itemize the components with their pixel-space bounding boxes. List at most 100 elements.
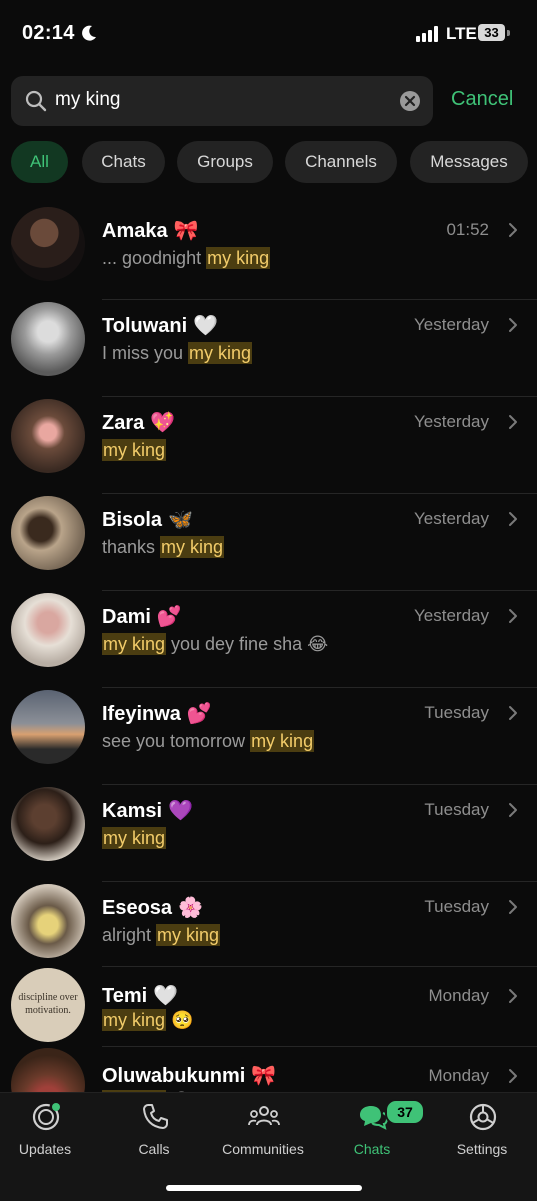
tab-updates[interactable]: Updates bbox=[0, 1093, 95, 1173]
name-emoji: 💜 bbox=[168, 800, 193, 822]
search-match-highlight: my king bbox=[250, 730, 315, 752]
search-match-highlight: my king bbox=[102, 827, 167, 849]
chat-row[interactable]: Toluwani 🤍 Yesterday I miss you my king bbox=[0, 300, 537, 397]
chat-name: Zara 💖 bbox=[102, 410, 175, 435]
chevron-right-icon bbox=[509, 900, 517, 914]
chat-name-text: Bisola bbox=[102, 509, 163, 531]
avatar bbox=[11, 593, 85, 667]
chat-name: Temi 🤍 bbox=[102, 983, 178, 1008]
tab-label: Calls bbox=[138, 1141, 170, 1157]
updates-icon bbox=[32, 1103, 60, 1131]
name-emoji: 💕 bbox=[156, 606, 182, 628]
avatar bbox=[11, 690, 85, 764]
filter-all[interactable]: All bbox=[11, 141, 68, 183]
chat-name-text: Dami bbox=[102, 606, 151, 628]
preview-text: alright bbox=[102, 925, 157, 945]
chat-name: Bisola 🦋 bbox=[102, 507, 193, 532]
tab-label: Updates bbox=[18, 1141, 72, 1157]
avatar bbox=[11, 496, 85, 570]
clear-icon[interactable] bbox=[399, 90, 421, 112]
name-emoji: 🎀 bbox=[173, 220, 199, 242]
chat-row[interactable]: Ifeyinwa 💕 Tuesday see you tomorrow my king bbox=[0, 688, 537, 785]
chats-icon bbox=[360, 1106, 389, 1130]
tab-settings[interactable]: Settings bbox=[432, 1093, 532, 1173]
chevron-right-icon bbox=[509, 512, 517, 526]
avatar bbox=[11, 884, 85, 958]
chat-time: Yesterday bbox=[414, 606, 489, 625]
chat-time: 01:52 bbox=[446, 220, 489, 239]
preview-text: ... goodnight bbox=[102, 248, 207, 268]
chat-name-text: Kamsi bbox=[102, 800, 163, 822]
message-preview: see you tomorrow my king bbox=[102, 730, 315, 752]
chat-time: Monday bbox=[428, 1066, 489, 1085]
avatar: discipline over motivation. bbox=[11, 968, 85, 1042]
tab-calls[interactable]: Calls bbox=[104, 1093, 204, 1173]
chat-row[interactable]: Zara 💖 Yesterday my king bbox=[0, 397, 537, 494]
chat-row[interactable]: Eseosa 🌸 Tuesday alright my king bbox=[0, 882, 537, 978]
search-match-highlight: my king bbox=[206, 247, 271, 269]
tab-label: Settings bbox=[456, 1141, 508, 1157]
communities-icon bbox=[248, 1106, 280, 1126]
chevron-right-icon bbox=[509, 609, 517, 623]
search-match-highlight: my king bbox=[156, 924, 221, 946]
network-label: LTE bbox=[446, 24, 477, 43]
chat-time: Yesterday bbox=[414, 412, 489, 431]
search-match-highlight: my king bbox=[188, 342, 253, 364]
chevron-right-icon bbox=[509, 803, 517, 817]
chat-row[interactable]: Amaka 🎀 01:52 ... goodnight my king bbox=[0, 205, 537, 301]
chat-time: Yesterday bbox=[414, 315, 489, 334]
search-match-highlight: my king bbox=[160, 536, 225, 558]
chat-name-text: Oluwabukunmi bbox=[102, 1065, 246, 1087]
chat-name: Kamsi 💜 bbox=[102, 798, 193, 823]
preview-text: 🥺 bbox=[166, 1010, 194, 1030]
phone-icon bbox=[143, 1104, 168, 1129]
search-match-highlight: my king bbox=[102, 633, 167, 655]
filter-chats[interactable]: Chats bbox=[82, 141, 165, 183]
search-field[interactable]: my king bbox=[11, 76, 433, 126]
chat-name-text: Temi bbox=[102, 985, 148, 1007]
chat-time: Tuesday bbox=[424, 897, 489, 916]
avatar bbox=[11, 207, 85, 281]
tab-label: Chats bbox=[353, 1141, 391, 1157]
name-emoji: 🤍 bbox=[193, 315, 219, 337]
chevron-right-icon bbox=[509, 706, 517, 720]
filter-messages[interactable]: Messages bbox=[410, 141, 528, 183]
chat-name-text: Amaka bbox=[102, 220, 168, 242]
name-emoji: 🤍 bbox=[153, 985, 179, 1007]
chat-name: Amaka 🎀 bbox=[102, 218, 199, 243]
search-input[interactable]: my king bbox=[55, 89, 120, 111]
avatar-text: discipline over motivation. bbox=[18, 992, 78, 1016]
name-emoji: 🌸 bbox=[178, 897, 203, 919]
chat-name: Ifeyinwa 💕 bbox=[102, 701, 212, 726]
moon-icon bbox=[82, 25, 96, 41]
chat-name-text: Toluwani bbox=[102, 315, 188, 337]
cancel-button[interactable]: Cancel bbox=[451, 88, 513, 111]
filter-groups[interactable]: Groups bbox=[177, 141, 273, 183]
name-emoji: 💕 bbox=[186, 703, 212, 725]
signal-icon bbox=[416, 26, 438, 42]
unread-badge: 37 bbox=[385, 1099, 425, 1125]
filter-channels[interactable]: Channels bbox=[285, 141, 397, 183]
name-emoji: 🦋 bbox=[168, 509, 193, 531]
message-preview: my king bbox=[102, 827, 167, 849]
chat-row[interactable]: Kamsi 💜 Tuesday my king bbox=[0, 785, 537, 882]
chevron-right-icon bbox=[509, 223, 517, 237]
chat-time: Tuesday bbox=[424, 703, 489, 722]
tab-communities[interactable]: Communities bbox=[213, 1093, 313, 1173]
preview-text: you dey fine sha 😂 bbox=[166, 634, 329, 654]
chat-time: Tuesday bbox=[424, 800, 489, 819]
message-preview: my king you dey fine sha 😂 bbox=[102, 633, 329, 655]
chat-name-text: Ifeyinwa bbox=[102, 703, 181, 725]
chat-name: Toluwani 🤍 bbox=[102, 313, 218, 338]
message-preview: ... goodnight my king bbox=[102, 247, 271, 269]
chat-row[interactable]: Bisola 🦋 Yesterday thanks my king bbox=[0, 494, 537, 591]
preview-text: thanks bbox=[102, 537, 161, 557]
tab-label: Communities bbox=[222, 1141, 304, 1157]
chevron-right-icon bbox=[509, 318, 517, 332]
battery-level: 33 bbox=[478, 24, 505, 41]
message-preview: thanks my king bbox=[102, 536, 225, 558]
chat-name: Eseosa 🌸 bbox=[102, 895, 203, 920]
chat-name-text: Zara bbox=[102, 412, 145, 434]
preview-text: see you tomorrow bbox=[102, 731, 251, 751]
chat-row[interactable]: Dami 💕 Yesterday my king you dey fine sha 😂 bbox=[0, 591, 537, 688]
